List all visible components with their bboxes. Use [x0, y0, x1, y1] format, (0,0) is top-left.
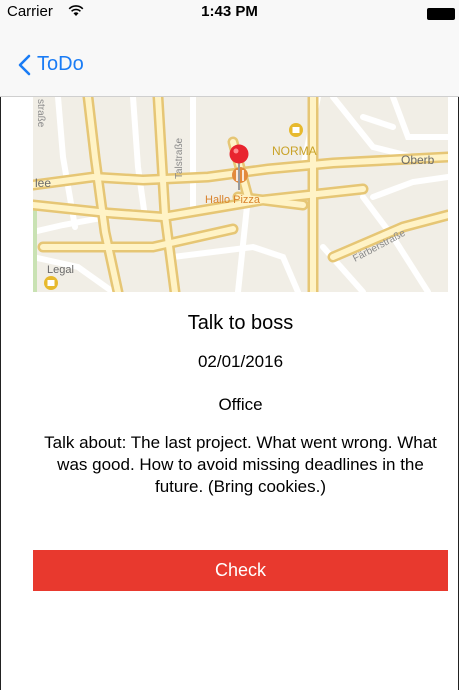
- map-label-strasse: straße: [35, 99, 46, 128]
- check-button[interactable]: Check: [33, 550, 448, 591]
- todo-date: 02/01/2016: [197, 352, 284, 371]
- map-label-oberb: Oberb: [401, 153, 435, 167]
- map-label-legal: Legal: [47, 264, 74, 276]
- map-label-norma: NORMA: [272, 144, 317, 158]
- map-label-lee: lee: [35, 176, 51, 190]
- status-bar: Carrier 1:43 PM: [0, 0, 459, 38]
- back-button-label: ToDo: [37, 53, 84, 75]
- battery-icon: [427, 8, 455, 20]
- map-label-hallo-pizza: Hallo Pizza: [205, 194, 261, 206]
- todo-title: Talk to boss: [187, 312, 294, 334]
- map-view[interactable]: straße Talstraße NORMA Oberb lee Hallo P…: [33, 97, 448, 292]
- map-label-talstrasse: Talstraße: [174, 137, 185, 179]
- shop-icon: [44, 276, 58, 290]
- map-canvas: straße Talstraße NORMA Oberb lee Hallo P…: [33, 97, 448, 292]
- status-time: 1:43 PM: [201, 3, 258, 20]
- back-button[interactable]: ToDo: [18, 53, 84, 76]
- todo-description: Talk about: The last project. What went …: [44, 433, 437, 496]
- nav-bar: ToDo: [0, 38, 459, 97]
- todo-location: Office: [218, 395, 263, 414]
- chevron-left-icon: [18, 54, 31, 75]
- shop-icon: [289, 123, 303, 137]
